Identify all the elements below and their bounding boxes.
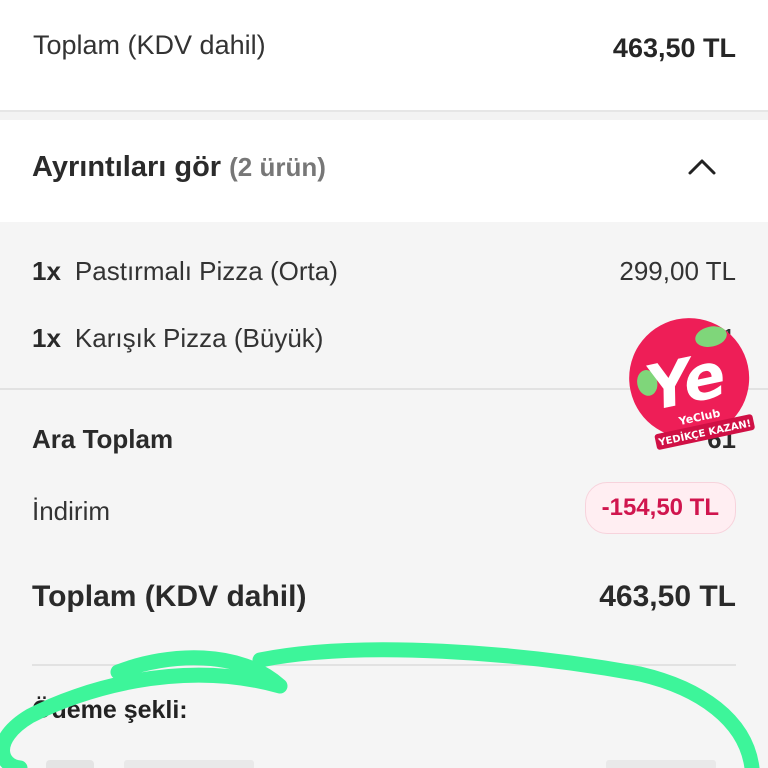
- item-name: Pastırmalı Pizza (Orta): [74, 256, 338, 286]
- total-value: 463,50 TL: [612, 33, 736, 63]
- subtotal-label: Ara Toplam: [32, 424, 174, 454]
- item-name: Karışık Pizza (Büyük): [74, 323, 324, 353]
- order-total-summary: Toplam (KDV dahil) 463,50 TL: [0, 0, 768, 112]
- details-title: Ayrıntıları gör (2 ürün): [32, 151, 326, 184]
- details-title-text: Ayrıntıları gör: [32, 151, 222, 183]
- payment-amount: [606, 760, 716, 768]
- section-gap: [0, 112, 768, 120]
- grand-total-value: 463,50 TL: [599, 580, 736, 613]
- payment-card-icon: [46, 760, 94, 768]
- yeclub-logo-icon[interactable]: Ye YeClub YEDİKÇE KAZAN!: [620, 312, 760, 452]
- chevron-up-icon[interactable]: [686, 155, 718, 177]
- item-quantity: 1x: [32, 323, 61, 353]
- discount-badge: -154,50 TL: [584, 482, 736, 534]
- total-label: Toplam (KDV dahil): [33, 30, 266, 60]
- item-quantity: 1x: [32, 256, 61, 286]
- divider: [32, 664, 736, 666]
- details-toggle[interactable]: Ayrıntıları gör (2 ürün): [0, 120, 768, 222]
- item-price: 299,00 TL: [619, 256, 736, 286]
- payment-method-text: [124, 760, 254, 768]
- grand-total-row: Toplam (KDV dahil) 463,50 TL: [32, 580, 736, 614]
- payment-method-label: Ödeme şekli:: [32, 696, 188, 724]
- discount-label: İndirim: [32, 496, 111, 526]
- details-item-count: (2 ürün): [229, 152, 326, 182]
- list-item: 1x Pastırmalı Pizza (Orta) 299,00 TL: [32, 256, 736, 292]
- discount-row: İndirim -154,50 TL: [32, 482, 736, 534]
- details-panel: 1x Pastırmalı Pizza (Orta) 299,00 TL 1x Ka…: [0, 222, 768, 768]
- grand-total-label: Toplam (KDV dahil): [32, 580, 307, 613]
- yeclub-promo-badge[interactable]: Ye YeClub YEDİKÇE KAZAN!: [620, 312, 760, 452]
